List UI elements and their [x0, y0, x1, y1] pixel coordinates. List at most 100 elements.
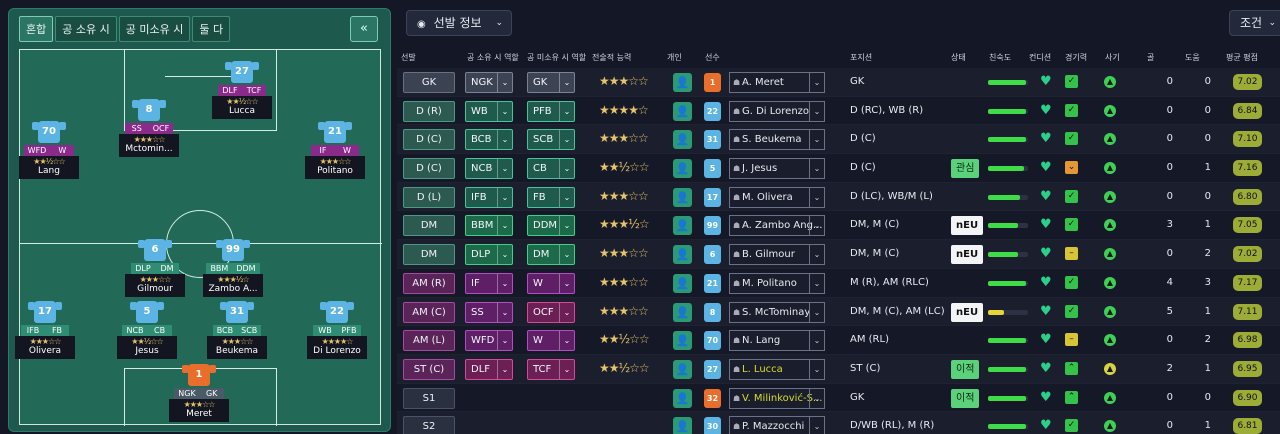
status-badge[interactable]: 이적 [951, 359, 980, 379]
status-badge[interactable]: nEU [951, 245, 984, 265]
player-select[interactable]: ☗ S. Beukema ⌄ [729, 129, 825, 151]
in-possession-role-select[interactable]: IFB ⌄ [465, 186, 513, 208]
squad-row[interactable]: D (C) NCB ⌄ CB ⌄ ★★½☆☆ 👤 5 ☗ J. Jesus ⌄ D (C) 관심 ♥ ⌄ ▲ 0… [397, 154, 1280, 183]
tab-both[interactable]: 둘 다 [192, 16, 231, 42]
slot-button[interactable]: DM [403, 244, 455, 266]
header-morale[interactable]: 사기 [1105, 52, 1120, 63]
in-possession-role-select[interactable]: WB ⌄ [465, 100, 513, 122]
in-possession-role-select[interactable]: NGK ⌄ [465, 72, 513, 93]
header-individual[interactable]: 개인 [667, 52, 682, 63]
header-out-possession[interactable]: 공 미소유 시 역할 [527, 52, 586, 63]
player-select[interactable]: ☗ M. Olivera ⌄ [729, 186, 825, 208]
status-badge[interactable]: nEU [951, 216, 984, 236]
header-condition[interactable]: 컨디션 [1029, 52, 1051, 63]
status-badge[interactable]: 관심 [951, 159, 980, 179]
out-possession-role-select[interactable]: CB ⌄ [527, 158, 575, 180]
out-possession-role-select[interactable]: OCF ⌄ [527, 301, 575, 323]
person-icon[interactable]: 👤 [673, 159, 692, 179]
in-possession-role-select[interactable]: IF ⌄ [465, 272, 513, 294]
slot-button[interactable]: D (R) [403, 100, 455, 122]
filter-select[interactable]: 조건 ⌄ [1229, 10, 1280, 36]
pitch-player-card[interactable]: 6 DLP DM ★★★☆☆ Gilmour [125, 239, 185, 297]
header-position[interactable]: 포지션 [850, 52, 872, 63]
pitch-player-card[interactable]: 22 WB PFB ★★★★☆ Di Lorenzo [307, 301, 367, 359]
player-select[interactable]: ☗ P. Mazzocchi ⌄ [729, 416, 825, 434]
squad-row[interactable]: DM DLP ⌄ DM ⌄ ★★★☆☆ 👤 6 ☗ B. Gilmour ⌄ DM, M (C) nEU… [397, 240, 1280, 269]
squad-row[interactable]: ST (C) DLF ⌄ TCF ⌄ ★★½☆☆ 👤 27 ☗ L. Lucca ⌄ ST (C) 이적… [397, 354, 1280, 384]
slot-button[interactable]: ST (C) [403, 358, 455, 380]
squad-row[interactable]: AM (R) IF ⌄ W ⌄ ★★★☆☆ 👤 21 ☗ M. Politano ⌄ M (R), A… [397, 268, 1280, 298]
pitch-player-card[interactable]: 70 WFD W ★★½☆☆ Lang [19, 121, 79, 179]
player-select[interactable]: ☗ S. McTominay ⌄ [729, 301, 825, 323]
header-player[interactable]: 선수 [705, 52, 720, 63]
header-goals[interactable]: 골 [1147, 52, 1154, 63]
in-possession-role-select[interactable]: BCB ⌄ [465, 129, 513, 151]
person-icon[interactable]: 👤 [673, 216, 692, 236]
out-possession-role-select[interactable]: PFB ⌄ [527, 100, 575, 122]
person-icon[interactable]: 👤 [673, 388, 692, 408]
person-icon[interactable]: 👤 [673, 331, 692, 351]
slot-button[interactable]: D (C) [403, 129, 455, 151]
player-select[interactable]: ☗ G. Di Lorenzo ⌄ [729, 100, 825, 122]
person-icon[interactable]: 👤 [673, 302, 692, 322]
pitch-player-card[interactable]: 17 IFB FB ★★★☆☆ Olivera [15, 301, 75, 359]
squad-row[interactable]: D (L) IFB ⌄ FB ⌄ ★★★☆☆ 👤 17 ☗ M. Olivera ⌄ D (LC), … [397, 182, 1280, 212]
slot-button[interactable]: D (L) [403, 186, 455, 208]
squad-row[interactable]: S2 👤 30 ☗ P. Mazzocchi ⌄ D/WB (RL), M (R) ♥ ✓ ▲ 0 1… [397, 412, 1280, 434]
slot-button[interactable]: AM (L) [403, 330, 455, 352]
person-icon[interactable]: 👤 [673, 101, 692, 121]
squad-row[interactable]: AM (L) WFD ⌄ W ⌄ ★★½☆☆ 👤 70 ☗ N. Lang ⌄ AM (RL) ♥ – ▲ 0… [397, 326, 1280, 355]
player-select[interactable]: ☗ B. Gilmour ⌄ [729, 244, 825, 266]
player-select[interactable]: ☗ A. Zambo Ang... ⌄ [729, 215, 825, 237]
pitch-player-card[interactable]: 8 SS OCF ★★★☆☆ Mctomin... [119, 99, 179, 157]
in-possession-role-select[interactable]: NCB ⌄ [465, 158, 513, 180]
person-icon[interactable]: 👤 [673, 245, 692, 265]
pitch-player-card[interactable]: 5 NCB CB ★★½☆☆ Jesus [117, 301, 177, 359]
header-assists[interactable]: 도움 [1185, 52, 1200, 63]
slot-button[interactable]: D (C) [403, 158, 455, 180]
out-possession-role-select[interactable]: DM ⌄ [527, 244, 575, 266]
pitch-player-card[interactable]: 21 IF W ★★★☆☆ Politano [305, 121, 365, 179]
status-badge[interactable]: nEU [951, 302, 984, 322]
collapse-panel-button[interactable]: « [350, 16, 378, 42]
tab-mixed[interactable]: 혼합 [19, 16, 54, 42]
tab-in-possession[interactable]: 공 소유 시 [55, 16, 117, 42]
pitch-player-card[interactable]: 1 NGK GK ★★★☆☆ Meret [169, 364, 229, 422]
view-select[interactable]: ◉ 선발 정보 ⌄ [406, 10, 512, 36]
slot-button[interactable]: GK [403, 72, 455, 93]
person-icon[interactable]: 👤 [673, 417, 692, 434]
player-select[interactable]: ☗ N. Lang ⌄ [729, 330, 825, 352]
status-badge[interactable]: 이적 [951, 388, 980, 408]
out-possession-role-select[interactable]: DDM ⌄ [527, 215, 575, 237]
slot-button[interactable]: DM [403, 215, 455, 237]
out-possession-role-select[interactable]: GK ⌄ [527, 72, 575, 93]
out-possession-role-select[interactable]: TCF ⌄ [527, 358, 575, 380]
in-possession-role-select[interactable]: DLF ⌄ [465, 358, 513, 380]
slot-button[interactable]: AM (C) [403, 301, 455, 323]
in-possession-role-select[interactable]: BBM ⌄ [465, 215, 513, 237]
in-possession-role-select[interactable]: SS ⌄ [465, 301, 513, 323]
header-status[interactable]: 상태 [951, 52, 966, 63]
person-icon[interactable]: 👤 [673, 273, 692, 293]
player-select[interactable]: ☗ V. Milinković-S... ⌄ [729, 387, 825, 409]
person-icon[interactable]: 👤 [673, 359, 692, 379]
person-icon[interactable]: 👤 [673, 130, 692, 150]
out-possession-role-select[interactable]: W ⌄ [527, 330, 575, 352]
header-familiarity[interactable]: 친숙도 [989, 52, 1011, 63]
slot-button[interactable]: S1 [403, 387, 455, 409]
pitch-player-card[interactable]: 31 BCB SCB ★★★☆☆ Beukema [207, 301, 267, 359]
slot-button[interactable]: AM (R) [403, 272, 455, 294]
squad-row[interactable]: S1 👤 32 ☗ V. Milinković-S... ⌄ GK 이적 ♥ ⌃ ▲ 0 0 6.90 [397, 383, 1280, 413]
squad-row[interactable]: DM BBM ⌄ DDM ⌄ ★★★½☆ 👤 99 ☗ A. Zambo Ang... ⌄ DM, M… [397, 211, 1280, 241]
in-possession-role-select[interactable]: WFD ⌄ [465, 330, 513, 352]
header-match-sharpness[interactable]: 경기력 [1065, 52, 1087, 63]
tab-out-of-possession[interactable]: 공 미소유 시 [118, 16, 191, 42]
slot-button[interactable]: S2 [403, 416, 455, 434]
header-avg-rating[interactable]: 평균 평점 [1226, 52, 1258, 63]
pitch-player-card[interactable]: 27 DLF TCF ★★½☆☆ Lucca [212, 61, 272, 119]
header-tactical-ability[interactable]: 전술적 능력 [592, 52, 631, 63]
header-starting[interactable]: 선발 [401, 52, 416, 63]
out-possession-role-select[interactable]: SCB ⌄ [527, 129, 575, 151]
header-in-possession[interactable]: 공 소유 시 역할 [467, 52, 519, 63]
player-select[interactable]: ☗ A. Meret ⌄ [729, 72, 825, 93]
